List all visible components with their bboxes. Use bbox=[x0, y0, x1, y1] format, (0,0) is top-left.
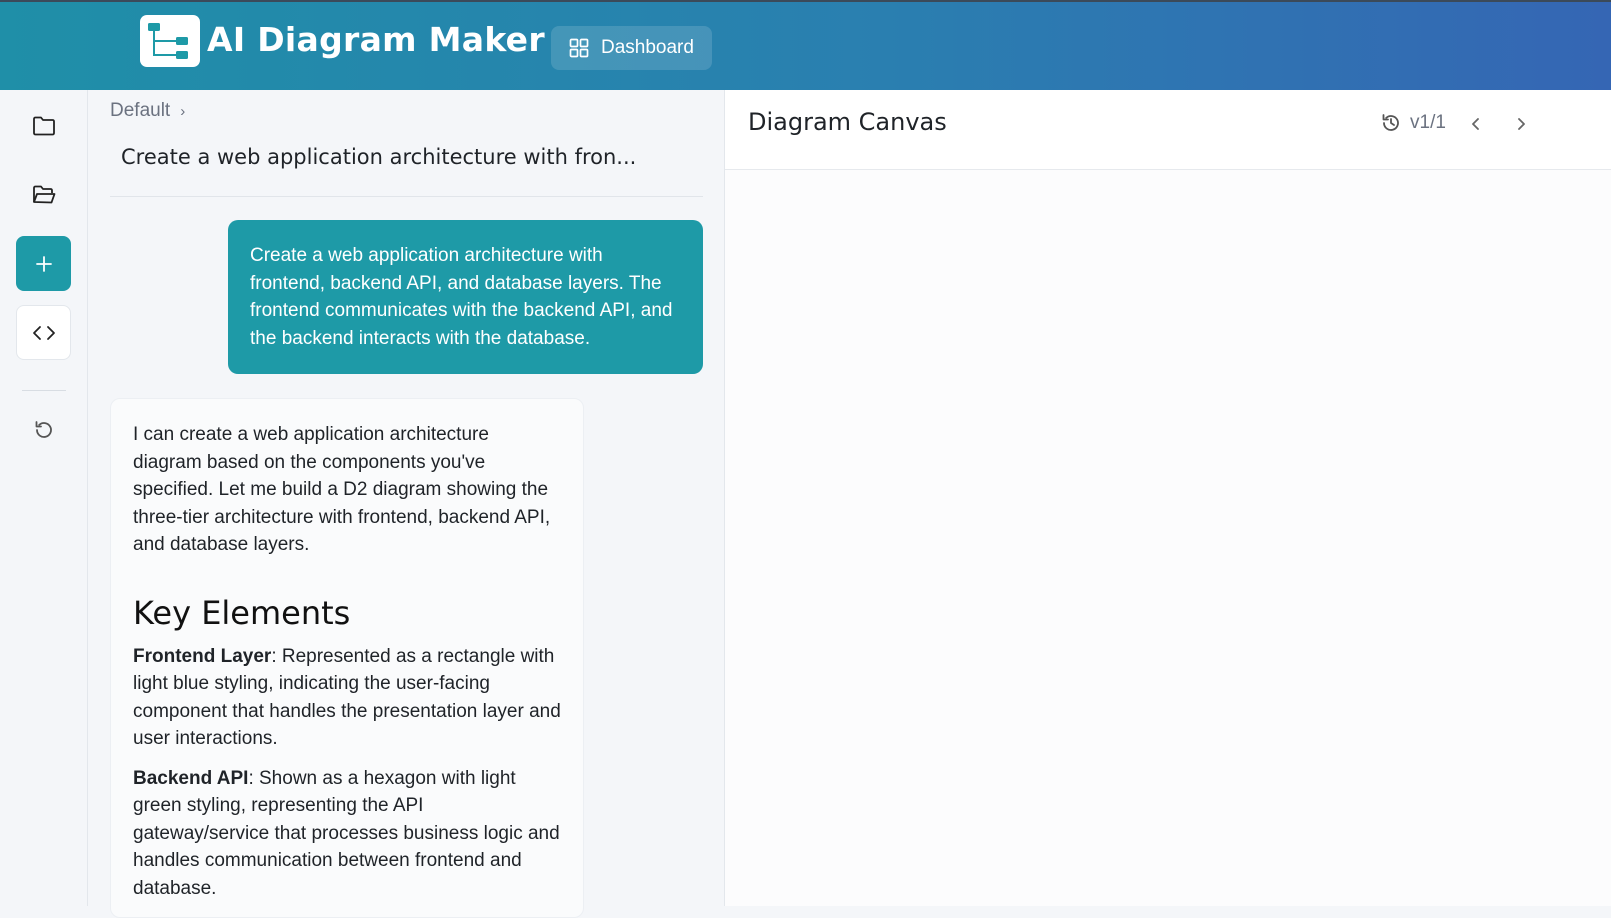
code-view-button[interactable] bbox=[16, 305, 71, 360]
chevron-right-icon bbox=[1518, 118, 1525, 130]
code-icon bbox=[32, 325, 55, 340]
assistant-intro: I can create a web application architect… bbox=[133, 424, 551, 555]
chevron-left-icon bbox=[1472, 118, 1479, 130]
dashboard-button[interactable]: Dashboard bbox=[551, 26, 712, 70]
breadcrumb: Default › bbox=[110, 100, 185, 122]
open-folder-button[interactable] bbox=[16, 167, 71, 222]
assistant-heading: Key Elements bbox=[133, 593, 351, 632]
chat-divider bbox=[110, 196, 703, 197]
chevron-right-icon: › bbox=[180, 102, 186, 120]
version-label: v1/1 bbox=[1410, 112, 1446, 133]
new-diagram-button[interactable] bbox=[16, 236, 71, 291]
app-header: AI Diagram Maker Dashboard bbox=[0, 0, 1611, 90]
rail-divider bbox=[22, 390, 66, 391]
grid-icon bbox=[569, 38, 589, 58]
canvas-header: Diagram Canvas v1/1 bbox=[725, 90, 1611, 170]
folder-open-icon bbox=[32, 185, 55, 203]
history-icon bbox=[1382, 114, 1399, 131]
canvas-title: Diagram Canvas bbox=[748, 108, 947, 136]
previous-version-button[interactable] bbox=[1462, 110, 1490, 138]
diagram-logo-icon bbox=[148, 23, 188, 59]
app-title: AI Diagram Maker bbox=[207, 20, 545, 59]
list-item: Frontend Layer: Represented as a rectang… bbox=[133, 643, 561, 753]
diagram-canvas-panel: Diagram Canvas v1/1 bbox=[725, 90, 1611, 906]
list-item: Backend API: Shown as a hexagon with lig… bbox=[133, 765, 561, 903]
version-history-button[interactable]: v1/1 bbox=[1380, 112, 1446, 134]
plus-icon bbox=[35, 255, 52, 272]
item-label: Backend API bbox=[133, 767, 249, 789]
folder-button[interactable] bbox=[16, 98, 71, 153]
reset-icon bbox=[35, 420, 52, 438]
conversation-title: Create a web application architecture wi… bbox=[121, 145, 637, 169]
chat-panel: Default › Create a web application archi… bbox=[88, 90, 725, 918]
folder-icon bbox=[32, 116, 55, 135]
breadcrumb-project[interactable]: Default bbox=[110, 100, 170, 122]
user-message: Create a web application architecture wi… bbox=[228, 220, 703, 374]
left-rail bbox=[0, 90, 88, 906]
item-label: Frontend Layer bbox=[133, 645, 272, 667]
app-logo[interactable] bbox=[140, 15, 200, 67]
diagram-canvas-area[interactable] bbox=[725, 170, 1611, 906]
next-version-button[interactable] bbox=[1507, 110, 1535, 138]
reset-button[interactable] bbox=[16, 402, 71, 457]
dashboard-label: Dashboard bbox=[601, 37, 694, 58]
assistant-message: I can create a web application architect… bbox=[110, 398, 584, 918]
